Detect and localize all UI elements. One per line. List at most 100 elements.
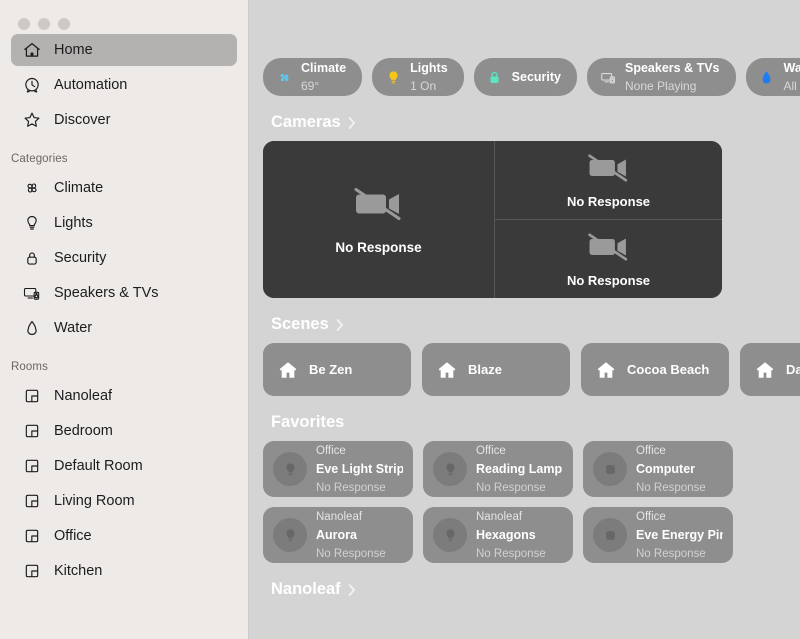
- status-pill-subtitle: All Off: [783, 79, 800, 93]
- scene-name: Be Zen: [309, 362, 353, 377]
- sidebar-item-label: Office: [54, 528, 92, 544]
- video-off-icon: [587, 151, 631, 185]
- sidebar-item-label: Automation: [54, 77, 128, 93]
- camera-status: No Response: [566, 273, 651, 288]
- scene-tile[interactable]: Cocoa Beach: [581, 343, 729, 396]
- sidebar-item-label: Climate: [54, 180, 104, 196]
- drop-icon: [758, 68, 776, 86]
- section-header-nanoleaf[interactable]: Nanoleaf: [271, 580, 800, 599]
- sidebar-item-living-room[interactable]: Living Room: [11, 485, 237, 517]
- sidebar-item-automation[interactable]: Automation: [11, 69, 237, 101]
- sidebar-nav: Home Automation Discover: [0, 34, 248, 136]
- sidebar-item-kitchen[interactable]: Kitchen: [11, 555, 237, 587]
- section-title: Favorites: [271, 413, 345, 431]
- sidebar-item-label: Lights: [54, 215, 93, 231]
- scene-tile[interactable]: Date Ni: [740, 343, 800, 396]
- video-off-icon: [353, 184, 405, 224]
- favorite-name: Reading Lamp: [476, 461, 563, 476]
- sidebar-item-nanoleaf[interactable]: Nanoleaf: [11, 380, 237, 412]
- status-pill-title: Speakers & TVs: [625, 60, 720, 75]
- video-off-icon: [587, 230, 631, 264]
- favorite-tile[interactable]: Office Eve Light Strip No Response: [263, 441, 413, 497]
- sidebar-item-office[interactable]: Office: [11, 520, 237, 552]
- status-pill-climate[interactable]: Climate 69°: [263, 58, 363, 96]
- camera-status: No Response: [566, 194, 651, 209]
- sidebar-item-label: Nanoleaf: [54, 388, 113, 404]
- main-content: Climate 69° Lights 1 On Security Speaker…: [249, 0, 800, 639]
- sidebar-item-speakers-tvs[interactable]: Speakers & TVs: [11, 277, 237, 309]
- favorite-name: Eve Light Strip: [316, 461, 403, 476]
- favorite-room: Office: [316, 444, 346, 457]
- sidebar-item-bedroom[interactable]: Bedroom: [11, 415, 237, 447]
- room-icon: [21, 421, 42, 442]
- lightbulb-icon: [21, 213, 42, 234]
- section-title: Cameras: [271, 113, 341, 131]
- tv-speaker-icon: [21, 283, 42, 304]
- sidebar-item-discover[interactable]: Discover: [11, 104, 237, 136]
- favorite-name: Computer: [636, 461, 696, 476]
- section-header-scenes[interactable]: Scenes: [271, 315, 800, 334]
- section-title: Nanoleaf: [271, 580, 341, 598]
- close-button[interactable]: [18, 17, 30, 30]
- zoom-button[interactable]: [58, 17, 70, 30]
- camera-column: No Response No Response: [495, 141, 722, 298]
- favorite-name: Eve Energy Pin...: [636, 527, 723, 542]
- section-header-favorites: Favorites: [271, 413, 800, 432]
- drop-icon: [21, 318, 42, 339]
- favorite-tile[interactable]: Office Computer No Response: [583, 441, 733, 497]
- lightbulb-icon: [384, 68, 402, 86]
- favorites-row: Office Eve Light Strip No Response Offic…: [263, 441, 800, 497]
- sidebar: Home Automation Discover Categories Clim…: [0, 0, 249, 639]
- camera-tile-small[interactable]: No Response: [495, 219, 722, 298]
- sidebar-item-lights[interactable]: Lights: [11, 207, 237, 239]
- status-pill-water[interactable]: Water All Off: [745, 58, 800, 96]
- camera-status: No Response: [335, 240, 422, 255]
- section-header-cameras[interactable]: Cameras: [271, 113, 800, 132]
- sidebar-item-label: Security: [54, 250, 107, 266]
- scene-tile[interactable]: Blaze: [422, 343, 570, 396]
- favorite-tile[interactable]: Nanoleaf Hexagons No Response: [423, 507, 573, 563]
- lightbulb-icon: [433, 518, 467, 552]
- camera-tile-small[interactable]: No Response: [495, 141, 722, 219]
- sidebar-item-water[interactable]: Water: [11, 312, 237, 344]
- scenes-row: Be Zen Blaze Cocoa Beach Date Ni: [263, 343, 800, 396]
- status-pill-title: Climate: [301, 60, 347, 75]
- minimize-button[interactable]: [38, 17, 50, 30]
- sidebar-item-label: Bedroom: [54, 423, 113, 439]
- favorite-tile[interactable]: Nanoleaf Aurora No Response: [263, 507, 413, 563]
- sidebar-item-home[interactable]: Home: [11, 34, 237, 66]
- section-title: Scenes: [271, 315, 329, 333]
- sidebar-item-label: Kitchen: [54, 563, 103, 579]
- sidebar-item-default-room[interactable]: Default Room: [11, 450, 237, 482]
- camera-tile-large[interactable]: No Response: [263, 141, 495, 298]
- status-pill-lights[interactable]: Lights 1 On: [372, 58, 464, 96]
- house-icon: [21, 40, 42, 61]
- star-icon: [21, 110, 42, 131]
- lightbulb-icon: [273, 452, 307, 486]
- sidebar-item-label: Speakers & TVs: [54, 285, 159, 301]
- favorites-row: Nanoleaf Aurora No Response Nanoleaf Hex…: [263, 507, 800, 563]
- lightbulb-icon: [273, 518, 307, 552]
- status-pill-title: Lights: [410, 60, 448, 75]
- room-icon: [21, 526, 42, 547]
- sidebar-item-label: Discover: [54, 112, 111, 128]
- sidebar-categories: Climate Lights Security Speakers & TVs W…: [0, 172, 248, 344]
- status-pill-speakers-tvs[interactable]: Speakers & TVs None Playing: [587, 58, 736, 96]
- house-filled-icon: [277, 359, 299, 381]
- favorite-name: Aurora: [316, 527, 357, 542]
- status-pill-security[interactable]: Security: [473, 58, 577, 96]
- status-pill-subtitle: None Playing: [625, 79, 697, 93]
- favorite-tile[interactable]: Office Reading Lamp No Response: [423, 441, 573, 497]
- favorite-room: Nanoleaf: [476, 510, 523, 523]
- house-filled-icon: [436, 359, 458, 381]
- room-icon: [21, 386, 42, 407]
- favorite-tile[interactable]: Office Eve Energy Pin... No Response: [583, 507, 733, 563]
- tv-speaker-icon: [599, 68, 617, 86]
- sidebar-section-rooms-header: Rooms: [11, 361, 48, 373]
- sidebar-item-security[interactable]: Security: [11, 242, 237, 274]
- clock-arrow-icon: [21, 75, 42, 96]
- scene-tile[interactable]: Be Zen: [263, 343, 411, 396]
- sidebar-item-climate[interactable]: Climate: [11, 172, 237, 204]
- favorite-room: Nanoleaf: [316, 510, 363, 523]
- favorite-room: Office: [636, 510, 666, 523]
